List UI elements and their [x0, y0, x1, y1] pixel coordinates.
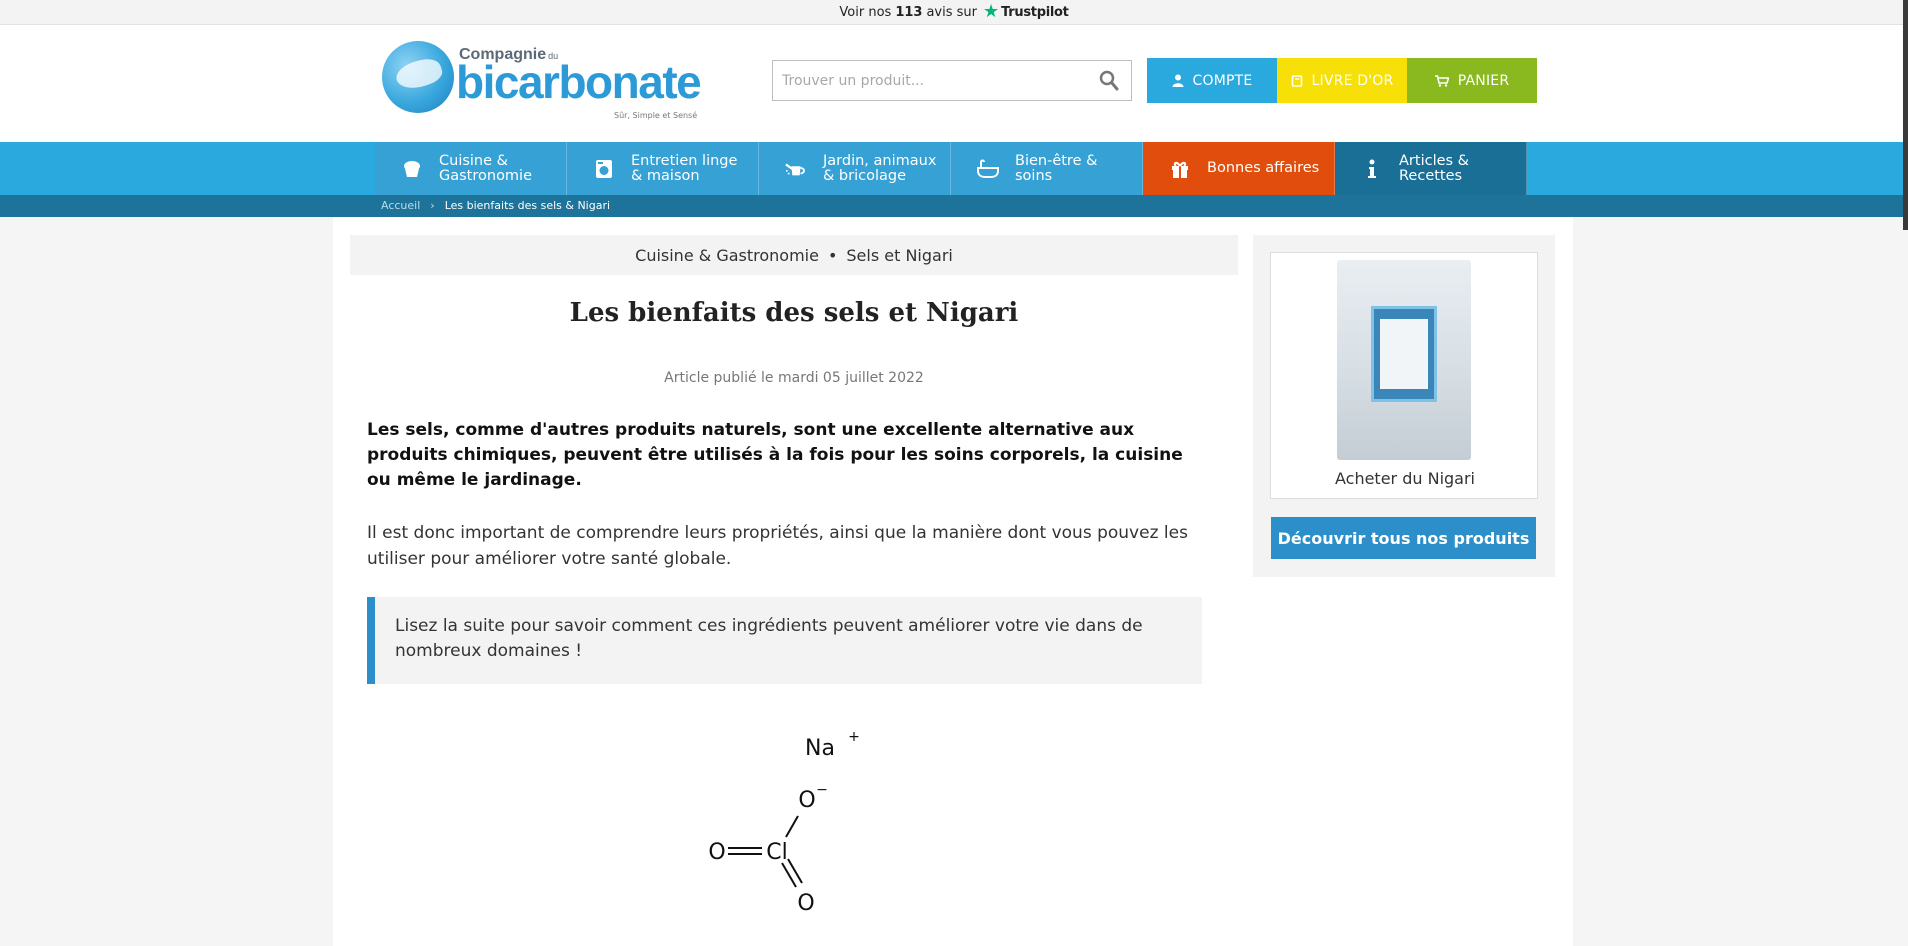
- article-category-bar: Cuisine & Gastronomie • Sels et Nigari: [350, 235, 1238, 275]
- search-input[interactable]: [773, 61, 1073, 100]
- washing-machine-icon: [593, 158, 615, 180]
- product-label-graphic: [1371, 306, 1437, 402]
- callout-text: Lisez la suite pour savoir comment ces i…: [395, 616, 1143, 661]
- logo-tagline: Sûr, Simple et Sensé: [614, 111, 698, 120]
- info-icon: [1361, 158, 1383, 180]
- category-separator: •: [827, 245, 838, 265]
- reviews-suffix: avis sur: [926, 4, 978, 20]
- watering-can-icon: [785, 158, 807, 180]
- atom-o-minus-charge: −: [816, 782, 828, 798]
- trustpilot-star-icon: ★: [983, 1, 1000, 22]
- article-paragraph: Il est donc important de comprendre leur…: [367, 523, 1188, 569]
- nav-item-articles[interactable]: Articles & Recettes: [1335, 142, 1527, 195]
- gift-icon: [1169, 158, 1191, 180]
- bond-cl-o-bottom-2: [787, 858, 803, 884]
- trustpilot-brand: Trustpilot: [1001, 4, 1069, 20]
- page-title: Les bienfaits des sels et Nigari: [569, 298, 1019, 328]
- trustpilot-bar[interactable]: Voir nos 113 avis sur ★ Trustpilot: [0, 0, 1908, 25]
- atom-o-bottom: O: [797, 891, 814, 916]
- site-logo[interactable]: Compagnie du bicarbonate Sûr, Simple et S…: [382, 38, 712, 122]
- product-card[interactable]: Acheter du Nigari: [1270, 252, 1538, 499]
- breadcrumb: Accueil › Les bienfaits des sels & Nigar…: [0, 195, 1908, 217]
- nav-item-entretien[interactable]: Entretien linge & maison: [567, 142, 759, 195]
- main-nav: Cuisine & Gastronomie Entretien linge & ma…: [0, 142, 1908, 195]
- molecule-cation-charge: +: [848, 729, 860, 745]
- logo-emblem-icon: [382, 41, 454, 113]
- article-callout: Lisez la suite pour savoir comment ces i…: [367, 597, 1202, 684]
- atom-o-minus: O: [798, 788, 815, 813]
- breadcrumb-current: Les bienfaits des sels & Nigari: [444, 199, 611, 212]
- subcategory-link[interactable]: Sels et Nigari: [846, 246, 952, 265]
- search-icon[interactable]: [1099, 70, 1119, 92]
- category-link[interactable]: Cuisine & Gastronomie: [635, 246, 819, 265]
- article-lead: Les sels, comme d'autres produits nature…: [367, 420, 1183, 490]
- bathtub-icon: [977, 158, 999, 180]
- nav-item-jardin[interactable]: Jardin, animaux & bricolage: [759, 142, 951, 195]
- book-icon: [1291, 74, 1303, 87]
- discover-products-button[interactable]: Découvrir tous nos produits: [1271, 517, 1536, 559]
- bond-cl-o-bottom-1: [781, 862, 797, 888]
- atom-o-left: O: [708, 840, 725, 865]
- account-button[interactable]: COMPTE: [1147, 58, 1277, 103]
- atom-cl: Cl: [766, 840, 787, 865]
- product-name[interactable]: Acheter du Nigari: [1271, 469, 1539, 488]
- bond-cl-o-minus: [785, 815, 799, 838]
- page-scrollbar[interactable]: [1903, 0, 1908, 230]
- nav-item-bien-etre[interactable]: Bien-être & soins: [951, 142, 1143, 195]
- nav-item-bonnes-affaires[interactable]: Bonnes affaires: [1143, 142, 1335, 195]
- cupcake-icon: [401, 158, 423, 180]
- search-box: [772, 60, 1132, 101]
- molecule-cation: Na: [805, 736, 835, 761]
- guestbook-button[interactable]: LIVRE D'OR: [1277, 58, 1407, 103]
- logo-name: bicarbonate: [456, 56, 702, 108]
- cart-button[interactable]: PANIER: [1407, 58, 1537, 103]
- breadcrumb-separator: ›: [430, 199, 435, 212]
- publication-date: Article publié le mardi 05 juillet 2022: [664, 370, 924, 386]
- breadcrumb-home[interactable]: Accueil: [381, 199, 420, 212]
- reviews-count: 113: [895, 4, 923, 20]
- user-icon: [1172, 74, 1184, 87]
- site-header: Compagnie du bicarbonate Sûr, Simple et S…: [0, 25, 1908, 142]
- nigari-product-image[interactable]: [1337, 260, 1471, 460]
- nav-item-cuisine[interactable]: Cuisine & Gastronomie: [375, 142, 567, 195]
- cart-icon: [1434, 74, 1449, 87]
- reviews-prefix: Voir nos: [839, 4, 892, 20]
- sodium-chlorate-structure: Na + O − Cl O O: [708, 729, 860, 916]
